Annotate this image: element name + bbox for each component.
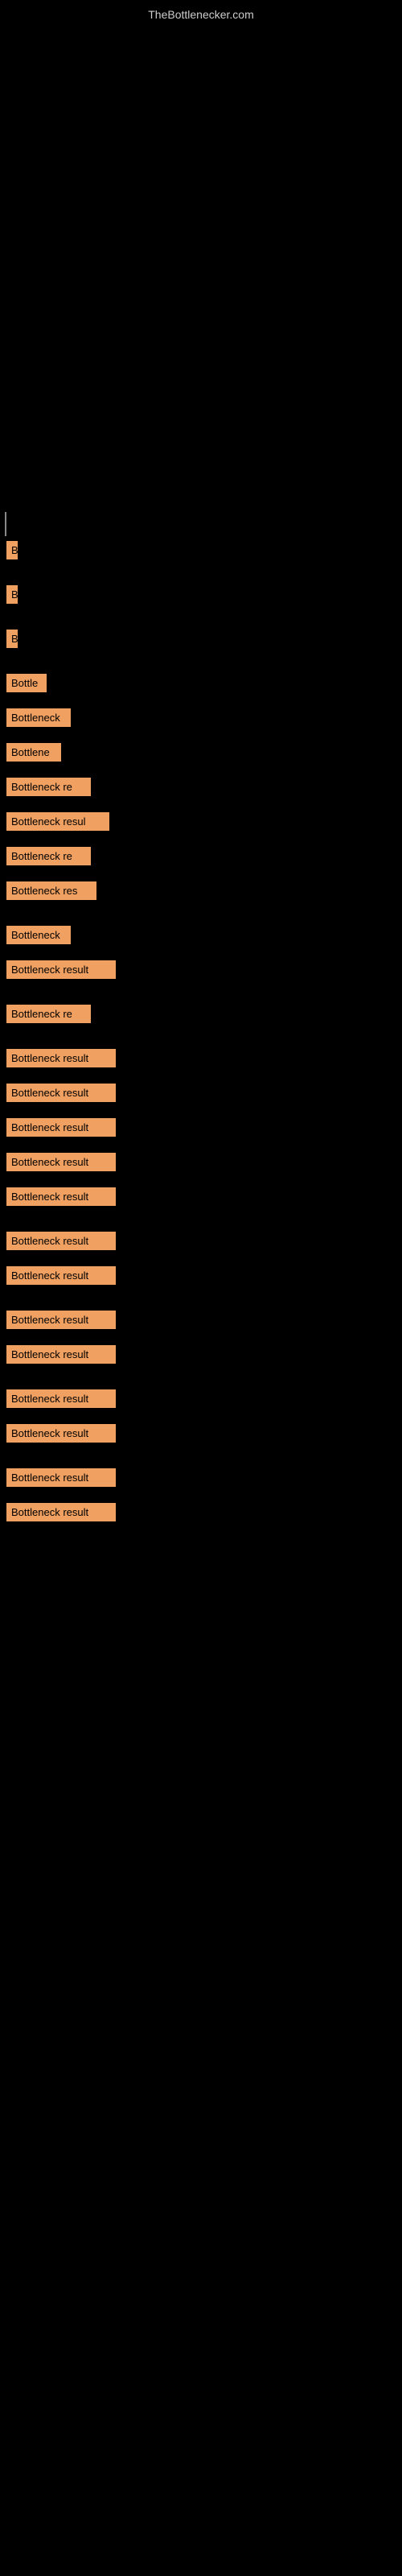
list-item: Bottleneck re [6,847,91,865]
list-item: Bottleneck result [6,1084,116,1102]
site-title: TheBottlenecker.com [0,0,402,29]
list-item: B [6,585,18,604]
list-item: Bottleneck result [6,1424,116,1443]
list-item: Bottleneck [6,708,71,727]
list-item: Bottleneck result [6,1232,116,1250]
list-item: Bottleneck [6,926,71,944]
list-item: Bottleneck result [6,1468,116,1487]
list-item: B [6,541,18,559]
list-item: Bottleneck resul [6,812,109,831]
list-item: Bottleneck result [6,1187,116,1206]
list-item: Bottleneck result [6,1345,116,1364]
list-item: Bottleneck result [6,1153,116,1171]
list-item: Bottleneck result [6,1389,116,1408]
list-item: Bottleneck result [6,1311,116,1329]
list-item: Bottleneck result [6,1118,116,1137]
list-item: Bottleneck result [6,1266,116,1285]
list-item: Bottleneck result [6,1049,116,1067]
list-item: Bottleneck re [6,1005,91,1023]
list-item: Bottleneck result [6,1503,116,1521]
list-item: B [6,630,18,648]
list-item: Bottlene [6,743,61,762]
results-container: B B B Bottle Bottleneck Bottlene Bottleneck re… [0,29,402,1533]
list-item: Bottleneck res [6,881,96,900]
vertical-indicator [5,512,6,536]
list-item: Bottle [6,674,47,692]
list-item: Bottleneck result [6,960,116,979]
list-item: Bottleneck re [6,778,91,796]
